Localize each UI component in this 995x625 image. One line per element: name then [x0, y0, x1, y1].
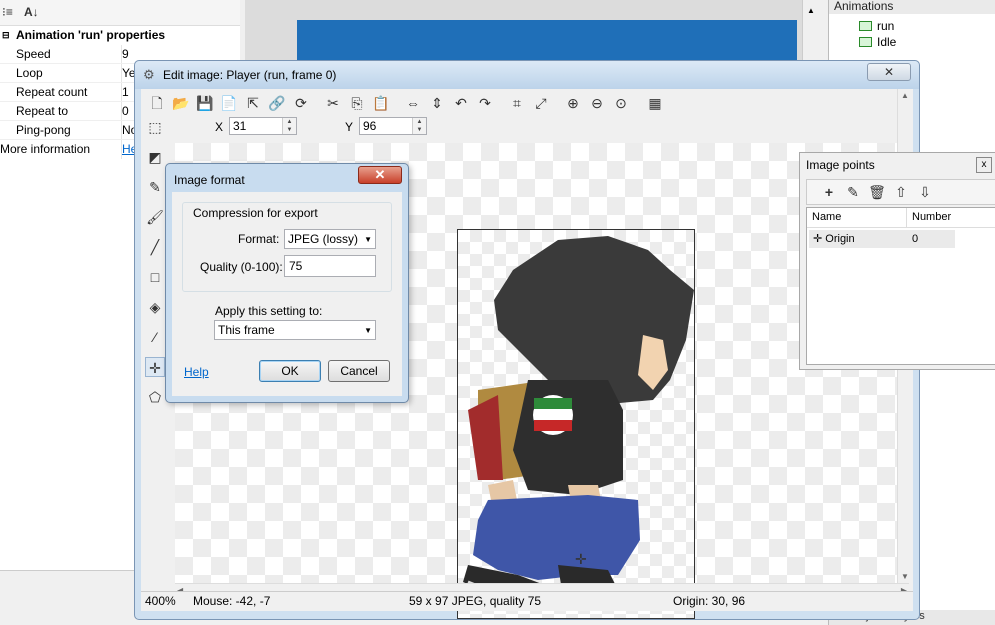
collapse-icon[interactable]: ⊟ — [2, 26, 10, 45]
ok-button[interactable]: OK — [259, 360, 321, 382]
pencil-tool-icon[interactable]: ✎ — [145, 177, 165, 197]
crop-icon[interactable]: ⌗ — [507, 93, 527, 113]
origin-info: Origin: 30, 96 — [673, 594, 746, 608]
flip-horizontal-icon[interactable]: ⇔ — [403, 93, 423, 113]
image-points-title: Image points — [806, 158, 875, 172]
add-point-icon[interactable]: + — [819, 182, 839, 202]
quality-label: Quality (0-100): — [200, 260, 283, 274]
zoom-out-icon[interactable]: ⊖ — [587, 93, 607, 113]
chevron-down-icon: ▼ — [364, 326, 372, 335]
image-points-list: Name Number ✛ Origin 0 — [806, 207, 995, 365]
flip-vertical-icon[interactable]: ⇕ — [427, 93, 447, 113]
stepper-arrows-icon[interactable]: ▲ ▼ — [282, 118, 296, 134]
cancel-button[interactable]: Cancel — [328, 360, 390, 382]
property-value[interactable]: 1 — [121, 83, 129, 102]
format-select[interactable]: JPEG (lossy) ▼ — [284, 229, 376, 249]
brush-tool-icon[interactable]: 🖌 — [145, 207, 165, 227]
origin-tool-icon[interactable]: ✛ — [145, 357, 165, 377]
close-button[interactable]: ✕ — [867, 63, 911, 81]
image-info: 59 x 97 JPEG, quality 75 — [409, 594, 542, 608]
save-icon[interactable]: 💾 — [195, 93, 215, 113]
categorized-sort-icon[interactable]: ⁝≡ — [2, 5, 13, 19]
quality-input[interactable]: 75 — [284, 255, 376, 277]
y-stepper[interactable]: 96 ▲ ▼ — [359, 117, 427, 135]
new-icon[interactable]: 🗋 — [147, 93, 167, 113]
y-label: Y — [345, 120, 354, 134]
gear-icon: ⚙ — [143, 67, 155, 82]
format-label: Format: — [238, 232, 280, 246]
column-header-number[interactable]: Number — [907, 208, 995, 228]
polygon-tool-icon[interactable]: ⬠ — [145, 387, 165, 407]
zoom-level: 400% — [145, 594, 176, 608]
image-format-dialog: Image format ✕ Compression for export Fo… — [165, 163, 409, 403]
copy-icon[interactable]: ⎘ — [347, 93, 367, 113]
group-label: Compression for export — [193, 206, 318, 220]
close-button[interactable]: x — [976, 157, 992, 173]
property-key: Speed — [16, 47, 51, 61]
property-key: Loop — [16, 66, 43, 80]
animation-item-idle[interactable]: Idle — [859, 35, 896, 49]
export-icon[interactable]: ⇱ — [243, 93, 263, 113]
properties-header[interactable]: ⊟ Animation 'run' properties — [0, 26, 240, 45]
help-link[interactable]: Help — [184, 365, 209, 379]
column-header-name[interactable]: Name — [807, 208, 907, 228]
image-points-toolbar: + ✎ 🗑 ⇧ ⇩ — [806, 179, 995, 205]
property-key: Ping-pong — [16, 123, 71, 137]
close-button[interactable]: ✕ — [358, 166, 402, 184]
animation-icon — [859, 21, 872, 31]
select-tool-icon[interactable]: ⬚ — [145, 117, 165, 137]
apply-label: Apply this setting to: — [215, 304, 323, 318]
edit-window-title: Edit image: Player (run, frame 0) — [163, 68, 337, 82]
properties-toolbar: ⁝≡ A↓ — [0, 0, 240, 26]
move-down-icon[interactable]: ⇩ — [915, 182, 935, 202]
mouse-position: Mouse: -42, -7 — [193, 594, 271, 608]
dialog-body: Compression for export Format: JPEG (los… — [172, 192, 402, 396]
property-key: Repeat to — [16, 104, 69, 118]
line-tool-icon[interactable]: ╱ — [145, 237, 165, 257]
link-icon[interactable]: 🔗 — [267, 93, 287, 113]
stepper-arrows-icon[interactable]: ▲ ▼ — [412, 118, 426, 134]
edit-window-titlebar[interactable]: ⚙ Edit image: Player (run, frame 0) ✕ — [135, 61, 919, 89]
status-bar: 400% Mouse: -42, -7 59 x 97 JPEG, qualit… — [141, 591, 913, 611]
rotate-right-icon[interactable]: ↷ — [475, 93, 495, 113]
edit-point-icon[interactable]: ✎ — [843, 182, 863, 202]
property-value[interactable]: 9 — [121, 45, 129, 64]
origin-marker-icon[interactable]: ✛ — [575, 551, 587, 568]
dialog-title: Image format — [174, 173, 245, 187]
color-picker-tool-icon[interactable]: ⁄ — [145, 327, 165, 347]
move-up-icon[interactable]: ⇧ — [891, 182, 911, 202]
property-key: Repeat count — [16, 85, 88, 99]
zoom-in-icon[interactable]: ⊕ — [563, 93, 583, 113]
resize-icon[interactable]: ⤢ — [531, 93, 551, 113]
cut-icon[interactable]: ✂ — [323, 93, 343, 113]
property-value[interactable]: 0 — [121, 102, 129, 121]
animation-icon — [859, 37, 872, 47]
paste-icon[interactable]: 📋 — [371, 93, 391, 113]
eraser-tool-icon[interactable]: ◩ — [145, 147, 165, 167]
chevron-down-icon: ▼ — [364, 235, 372, 244]
crosshair-icon: ✛ — [813, 233, 823, 245]
property-key: More information — [0, 142, 91, 156]
animations-title: Animations — [829, 0, 995, 14]
zoom-actual-icon[interactable]: ⊙ — [611, 93, 631, 113]
point-name: Origin — [825, 233, 855, 245]
rectangle-tool-icon[interactable]: □ — [145, 267, 165, 287]
alphabetical-sort-icon[interactable]: A↓ — [24, 5, 39, 19]
grid-icon[interactable]: ▦ — [645, 93, 665, 113]
x-stepper[interactable]: 31 ▲ ▼ — [229, 117, 297, 135]
paste-file-icon[interactable]: 📄 — [219, 93, 239, 113]
open-icon[interactable]: 📂 — [171, 93, 191, 113]
rotate-left-icon[interactable]: ↶ — [451, 93, 471, 113]
x-label: X — [215, 120, 224, 134]
refresh-icon[interactable]: ⟳ — [291, 93, 311, 113]
fill-tool-icon[interactable]: ◈ — [145, 297, 165, 317]
image-points-window: Image points x + ✎ 🗑 ⇧ ⇩ Name Number ✛ O… — [799, 152, 995, 370]
point-number: 0 — [907, 230, 955, 248]
apply-select[interactable]: This frame ▼ — [214, 320, 376, 340]
delete-point-icon[interactable]: 🗑 — [867, 182, 887, 202]
animation-item-run[interactable]: run — [859, 19, 894, 33]
